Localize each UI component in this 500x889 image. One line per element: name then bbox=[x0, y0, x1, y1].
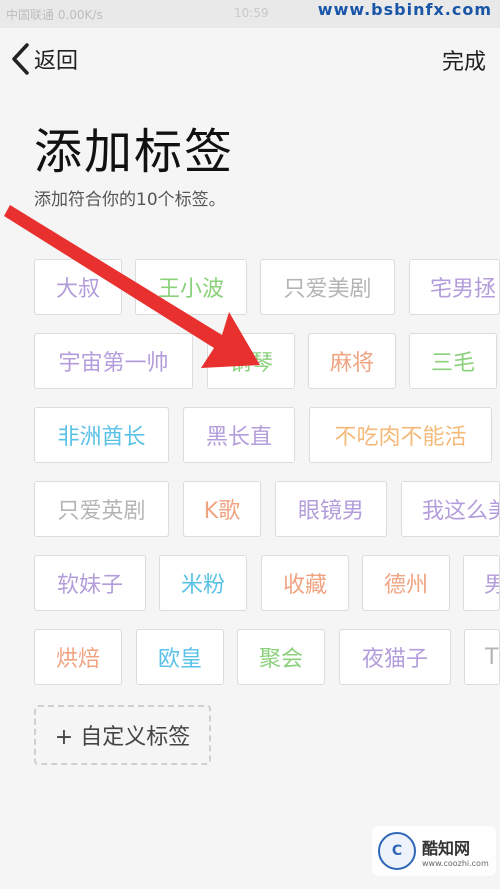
tag-chip[interactable]: 不吃肉不能活 bbox=[309, 407, 492, 463]
add-custom-tag-button[interactable]: + 自定义标签 bbox=[34, 705, 211, 765]
tag-chip[interactable]: 宇宙第一帅 bbox=[34, 333, 193, 389]
tag-chip[interactable]: 男 bbox=[463, 555, 500, 611]
tag-chip[interactable]: 麻将 bbox=[308, 333, 396, 389]
tag-chip[interactable]: 非洲酋长 bbox=[34, 407, 169, 463]
tag-chip[interactable]: 烘焙 bbox=[34, 629, 122, 685]
tag-chip[interactable]: 德州 bbox=[362, 555, 450, 611]
tag-chip[interactable]: K歌 bbox=[183, 481, 261, 537]
tag-chip[interactable]: 欧皇 bbox=[136, 629, 224, 685]
tag-chip[interactable]: 黑长直 bbox=[183, 407, 295, 463]
tag-chip[interactable]: 我这么美 bbox=[401, 481, 500, 537]
coozhi-logo: C 酷知网 www.coozhi.com bbox=[372, 826, 496, 876]
tag-chip[interactable]: 聚会 bbox=[237, 629, 325, 685]
tag-chip[interactable]: 眼镜男 bbox=[275, 481, 387, 537]
logo-name: 酷知网 bbox=[422, 838, 471, 858]
tag-chip[interactable]: TV bbox=[464, 629, 500, 685]
tag-chip[interactable]: 收藏 bbox=[261, 555, 349, 611]
tag-chip[interactable]: 钢琴 bbox=[207, 333, 295, 389]
tag-chip[interactable]: 只爱英剧 bbox=[34, 481, 169, 537]
tag-chip[interactable]: 夜猫子 bbox=[339, 629, 451, 685]
coozhi-c-icon: C bbox=[378, 832, 416, 870]
tag-chip[interactable]: 大叔 bbox=[34, 259, 122, 315]
tag-chip[interactable]: 软妹子 bbox=[34, 555, 146, 611]
tag-chip[interactable]: 三毛 bbox=[409, 333, 497, 389]
logo-url: www.coozhi.com bbox=[422, 858, 489, 868]
tag-chip[interactable]: 宅男拯 bbox=[409, 259, 500, 315]
tag-chip[interactable]: 只爱美剧 bbox=[260, 259, 395, 315]
tag-chip[interactable]: 米粉 bbox=[159, 555, 247, 611]
tag-chip[interactable]: 王小波 bbox=[135, 259, 247, 315]
